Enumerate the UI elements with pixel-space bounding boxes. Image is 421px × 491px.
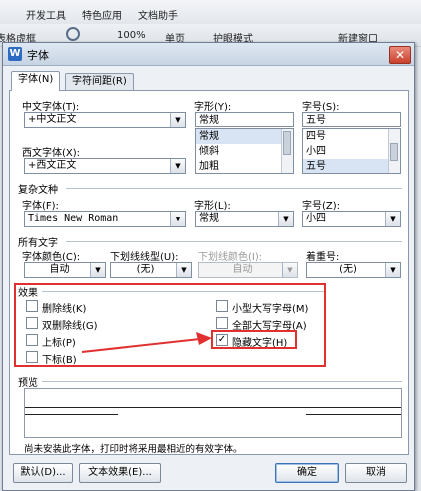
- complex-style-select[interactable]: 常规 ▼: [195, 211, 294, 227]
- default-button[interactable]: 默认(D)...: [13, 463, 73, 483]
- cancel-button[interactable]: 取消: [345, 463, 407, 483]
- complex-size-label: 字号(Z):: [302, 201, 341, 212]
- text-effects-button[interactable]: 文本效果(E)...: [79, 463, 161, 483]
- hidden-text-checkbox[interactable]: ✓: [216, 334, 228, 346]
- underline-style-value: (无): [136, 264, 155, 275]
- list-item[interactable]: 小四: [303, 144, 400, 159]
- list-item[interactable]: 常规: [196, 129, 293, 144]
- chevron-down-icon: ▼: [170, 113, 185, 127]
- preview-box: [24, 388, 402, 438]
- underline-style-select[interactable]: (无) ▼: [110, 262, 192, 278]
- font-color-select[interactable]: 自动 ▼: [24, 262, 106, 278]
- font-size-input[interactable]: 五号: [302, 112, 401, 127]
- menu-developer-tools[interactable]: 开发工具: [26, 7, 66, 22]
- dialog-titlebar: W 字体 ✕: [3, 43, 414, 66]
- chinese-font-value: +中文正文: [28, 114, 77, 125]
- strikethrough-checkbox[interactable]: [26, 300, 38, 312]
- chevron-down-icon: ▼: [176, 263, 191, 277]
- superscript-label: 上标(P): [42, 338, 76, 349]
- western-font-value: +西文正文: [28, 160, 77, 171]
- double-strikethrough-checkbox[interactable]: [26, 317, 38, 329]
- complex-font-label: 字体(F):: [22, 201, 59, 212]
- scrollbar-thumb[interactable]: [390, 143, 398, 161]
- complex-font-select[interactable]: Times New Roman ▼: [24, 211, 186, 227]
- list-item[interactable]: 五号: [303, 159, 400, 173]
- zoom-icon[interactable]: [66, 27, 80, 41]
- divider: [66, 188, 402, 189]
- emphasis-mark-value: (无): [339, 264, 357, 275]
- subscript-checkbox[interactable]: [26, 351, 38, 363]
- strikethrough-label: 删除线(K): [42, 304, 87, 315]
- font-dialog: W 字体 ✕ 字体(N) 字符间距(R) 中文字体(T): +中文正文 ▼ 字形…: [2, 42, 415, 491]
- western-font-label: 西文字体(X):: [22, 148, 81, 159]
- superscript-checkbox[interactable]: [26, 334, 38, 346]
- preview-top-line: [25, 407, 401, 408]
- close-icon[interactable]: ✕: [389, 46, 411, 64]
- dialog-title: 字体: [27, 49, 49, 62]
- divider: [66, 241, 402, 242]
- preview-baseline-left: [25, 414, 118, 415]
- divider: [42, 381, 402, 382]
- western-font-select[interactable]: +西文正文 ▼: [24, 158, 186, 174]
- chevron-down-icon: ▼: [170, 159, 185, 173]
- emphasis-mark-label: 着重号:: [306, 252, 340, 263]
- font-color-value: 自动: [49, 264, 70, 275]
- font-not-installed-note: 尚未安装此字体，打印时将采用最相近的有效字体。: [24, 444, 243, 455]
- all-text-section-title: 所有文字: [18, 238, 58, 249]
- double-strikethrough-label: 双删除线(G): [42, 321, 98, 332]
- chevron-down-icon: ▼: [282, 263, 297, 277]
- small-caps-checkbox[interactable]: [216, 300, 228, 312]
- menu-special-apps[interactable]: 特色应用: [82, 7, 122, 22]
- small-caps-label: 小型大写字母(M): [232, 304, 309, 315]
- chevron-down-icon: ▼: [170, 212, 185, 226]
- wps-writer-icon: W: [8, 47, 22, 61]
- chinese-font-label: 中文字体(T):: [22, 102, 80, 113]
- font-tab-panel: 中文字体(T): +中文正文 ▼ 字形(Y): 常规 常规 倾斜 加粗 字号(S…: [9, 90, 409, 455]
- font-style-list[interactable]: 常规 倾斜 加粗: [195, 128, 294, 174]
- all-caps-checkbox[interactable]: [216, 317, 228, 329]
- preview-section-title: 预览: [18, 378, 38, 389]
- scrollbar-thumb[interactable]: [283, 131, 291, 155]
- complex-style-value: 常规: [199, 213, 219, 224]
- underline-color-label: 下划线颜色(I):: [198, 252, 263, 263]
- ok-button[interactable]: 确定: [275, 463, 339, 483]
- chevron-down-icon: ▼: [385, 263, 400, 277]
- zoom-level[interactable]: 100%: [117, 30, 146, 41]
- tab-font[interactable]: 字体(N): [11, 71, 61, 91]
- underline-color-select: 自动 ▼: [198, 262, 298, 278]
- font-color-label: 字体颜色(C):: [22, 252, 81, 263]
- complex-size-value: 小四: [306, 213, 326, 224]
- red-arrow-annotation: [81, 332, 212, 353]
- complex-font-value: Times New Roman: [28, 213, 119, 224]
- tab-character-spacing[interactable]: 字符间距(R): [65, 73, 134, 90]
- emphasis-mark-select[interactable]: (无) ▼: [306, 262, 401, 278]
- complex-script-section-title: 复杂文种: [18, 185, 58, 196]
- chevron-down-icon: ▼: [278, 212, 293, 226]
- font-style-label: 字形(Y):: [194, 102, 232, 113]
- complex-size-select[interactable]: 小四 ▼: [302, 211, 401, 227]
- hidden-text-label: 隐藏文字(H): [232, 338, 288, 349]
- scrollbar[interactable]: [388, 129, 400, 173]
- underline-style-label: 下划线线型(U):: [110, 252, 179, 263]
- scrollbar[interactable]: [281, 129, 293, 173]
- list-item[interactable]: 四号: [303, 129, 400, 144]
- list-item[interactable]: 倾斜: [196, 144, 293, 159]
- chevron-down-icon: ▼: [385, 212, 400, 226]
- subscript-label: 下标(B): [42, 355, 77, 366]
- font-size-label: 字号(S):: [302, 102, 340, 113]
- preview-baseline-right: [306, 414, 401, 415]
- list-item[interactable]: 加粗: [196, 159, 293, 173]
- font-style-input[interactable]: 常规: [195, 112, 294, 127]
- complex-style-label: 字形(L):: [194, 201, 231, 212]
- menu-bar: 开发工具 特色应用 文档助手: [0, 0, 421, 24]
- underline-color-value: 自动: [232, 264, 253, 275]
- chinese-font-select[interactable]: +中文正文 ▼: [24, 112, 186, 128]
- chevron-down-icon: ▼: [90, 263, 105, 277]
- menu-doc-assistant[interactable]: 文档助手: [138, 7, 178, 22]
- font-size-list[interactable]: 四号 小四 五号: [302, 128, 401, 174]
